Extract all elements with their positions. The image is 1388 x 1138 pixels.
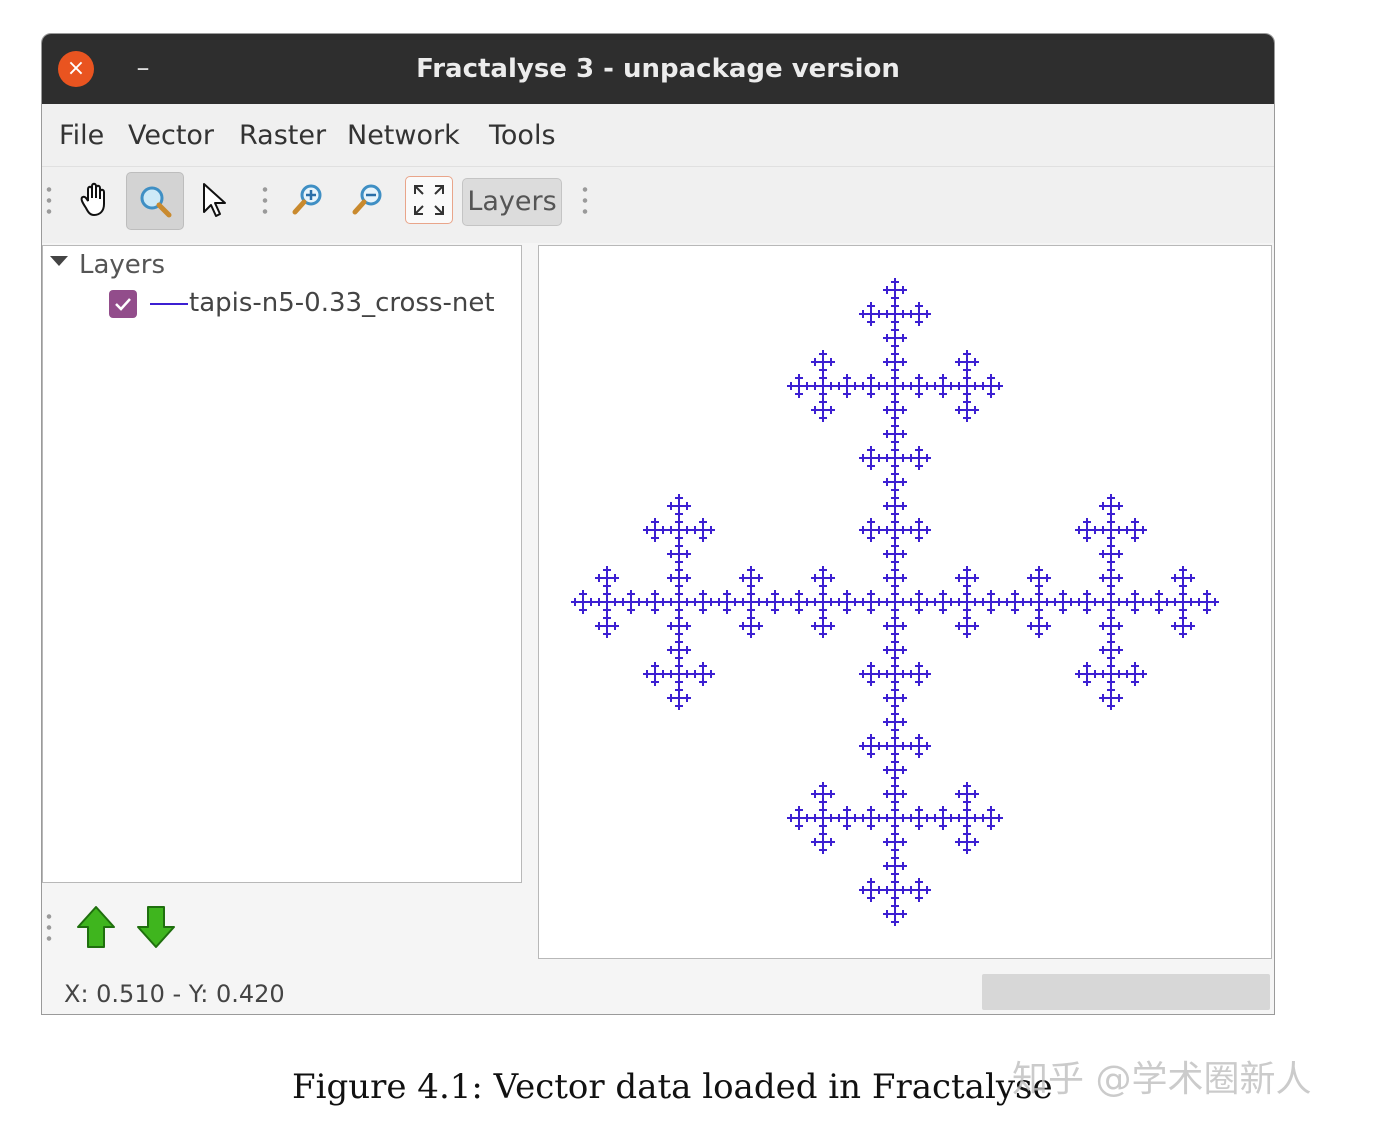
watermark: 知乎 @学术圈新人 (1012, 1059, 1312, 1100)
zoom-in-button[interactable] (280, 172, 336, 228)
pan-hand-button[interactable] (66, 172, 122, 228)
layer-name[interactable]: tapis-n5-0.33_cross-net (189, 284, 495, 322)
move-down-icon[interactable] (136, 905, 176, 949)
figure-caption: Figure 4.1: Vector data loaded in Fracta… (292, 1067, 1053, 1107)
toolbar: Layers (42, 167, 1274, 243)
menu-network[interactable]: Network (347, 104, 460, 166)
zoom-select-icon (140, 186, 172, 218)
menu-vector[interactable]: Vector (128, 104, 214, 166)
select-arrow-icon (203, 183, 226, 217)
fractal-path (571, 278, 1219, 926)
menu-tools[interactable]: Tools (489, 104, 556, 166)
layer-order-toolbar (42, 883, 522, 963)
line-symbol-icon (150, 303, 188, 305)
window-title: Fractalyse 3 - unpackage version (416, 54, 900, 84)
menu-bar: File Vector Raster Network Tools (42, 104, 1274, 167)
layers-panel: Layers tapis-n5-0.33_cross-net (42, 245, 522, 883)
app-window: × – Fractalyse 3 - unpackage version Fil… (41, 33, 1275, 1015)
toolbar-grip[interactable] (262, 184, 268, 216)
layer-visibility-checkbox[interactable] (109, 290, 137, 318)
zoom-select-button[interactable] (126, 172, 184, 230)
fractal-vector-layer (571, 278, 1219, 926)
menu-raster[interactable]: Raster (239, 104, 326, 166)
status-bar: X: 0.510 - Y: 0.420 (42, 964, 1274, 1014)
checkmark-icon (115, 298, 131, 311)
progress-bar (982, 974, 1270, 1010)
toolbar-grip[interactable] (582, 184, 588, 216)
map-canvas[interactable] (538, 245, 1272, 959)
tree-expand-icon[interactable] (50, 256, 68, 266)
zoom-extent-button[interactable] (405, 176, 453, 224)
cursor-coordinates: X: 0.510 - Y: 0.420 (64, 980, 285, 1008)
zoom-out-button[interactable] (340, 172, 396, 228)
toolbar-grip[interactable] (46, 911, 52, 943)
menu-file[interactable]: File (59, 104, 104, 166)
layers-root-label[interactable]: Layers (79, 246, 165, 284)
pan-hand-icon (80, 182, 105, 217)
title-bar: × – Fractalyse 3 - unpackage version (42, 34, 1274, 104)
zoom-extent-icon (414, 185, 444, 215)
layers-toggle-button[interactable]: Layers (462, 178, 562, 226)
select-arrow-button[interactable] (186, 172, 242, 228)
zoom-in-icon (292, 184, 322, 215)
toolbar-grip[interactable] (46, 184, 52, 216)
move-up-icon[interactable] (76, 905, 116, 949)
zoom-out-icon (352, 184, 382, 215)
